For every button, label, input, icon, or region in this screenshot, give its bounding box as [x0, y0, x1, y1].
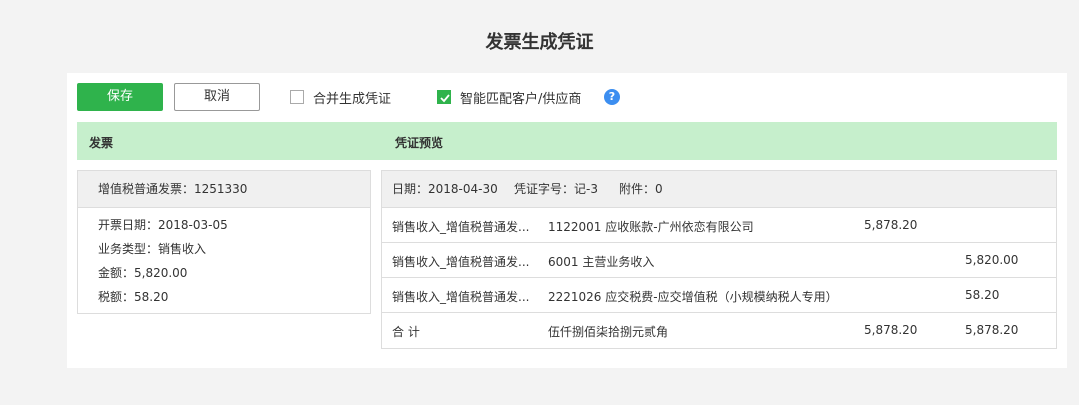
total-debit: 5,878.20 — [864, 323, 918, 337]
voucher-number: 凭证字号：记-3 — [514, 182, 598, 196]
invoice-tax: 税额：58.20 — [98, 290, 169, 304]
voucher-header: 日期：2018-04-30 凭证字号：记-3 附件：0 — [382, 171, 1056, 208]
voucher-total-row: 合 计 伍仟捌佰柒拾捌元贰角 5,878.20 5,878.20 — [382, 313, 1056, 348]
help-icon[interactable]: ? — [604, 89, 620, 105]
page-title: 发票生成凭证 — [485, 32, 594, 53]
invoice-section-title: 发票 — [89, 136, 114, 150]
voucher-section-title: 凭证预览 — [395, 136, 444, 150]
voucher-row: 销售收入_增值税普通发... 1122001 应收账款-广州依恋有限公司 5,8… — [382, 208, 1056, 243]
row-summary: 销售收入_增值税普通发... — [392, 255, 530, 269]
row-account: 2221026 应交税费-应交增值税（小规模纳税人专用） — [548, 290, 838, 304]
row-debit: 5,878.20 — [864, 218, 918, 232]
row-summary: 销售收入_增值税普通发... — [392, 220, 530, 234]
merge-checkbox-label: 合并生成凭证 — [313, 91, 392, 107]
invoice-title: 增值税普通发票：1251330 — [78, 171, 370, 208]
section-header: 发票 凭证预览 — [77, 122, 1057, 160]
voucher-row: 销售收入_增值税普通发... 6001 主营业务收入 5,820.00 — [382, 243, 1056, 278]
voucher-row: 销售收入_增值税普通发... 2221026 应交税费-应交增值税（小规模纳税人… — [382, 278, 1056, 313]
row-credit: 5,820.00 — [965, 253, 1019, 267]
voucher-attachments: 附件：0 — [619, 182, 663, 196]
row-account: 6001 主营业务收入 — [548, 255, 655, 269]
main-panel: 保存 取消 合并生成凭证 智能匹配客户/供应商 ? 发票 凭证预览 增值税普通发… — [67, 73, 1067, 368]
check-icon — [440, 94, 450, 103]
save-button[interactable]: 保存 — [77, 83, 163, 111]
cancel-button[interactable]: 取消 — [174, 83, 260, 111]
total-label: 合 计 — [392, 325, 420, 339]
invoice-business-type: 业务类型：销售收入 — [98, 242, 207, 256]
smart-match-checkbox-box[interactable] — [437, 90, 451, 104]
smart-match-checkbox-label: 智能匹配客户/供应商 — [460, 91, 582, 107]
row-summary: 销售收入_增值税普通发... — [392, 290, 530, 304]
toolbar: 保存 取消 合并生成凭证 智能匹配客户/供应商 ? — [77, 83, 1067, 111]
invoice-amount: 金额：5,820.00 — [98, 266, 188, 280]
invoice-date: 开票日期：2018-03-05 — [98, 218, 228, 232]
invoice-card: 增值税普通发票：1251330 开票日期：2018-03-05 业务类型：销售收… — [77, 170, 371, 314]
total-credit: 5,878.20 — [965, 323, 1019, 337]
total-in-words: 伍仟捌佰柒拾捌元贰角 — [548, 325, 669, 339]
smart-match-checkbox[interactable]: 智能匹配客户/供应商 — [437, 89, 582, 107]
row-account: 1122001 应收账款-广州依恋有限公司 — [548, 220, 754, 234]
merge-checkbox-box[interactable] — [290, 90, 304, 104]
row-credit: 58.20 — [965, 288, 1000, 302]
merge-voucher-checkbox[interactable]: 合并生成凭证 — [290, 89, 392, 107]
voucher-preview: 日期：2018-04-30 凭证字号：记-3 附件：0 销售收入_增值税普通发.… — [381, 170, 1057, 349]
voucher-date: 日期：2018-04-30 — [392, 182, 498, 196]
